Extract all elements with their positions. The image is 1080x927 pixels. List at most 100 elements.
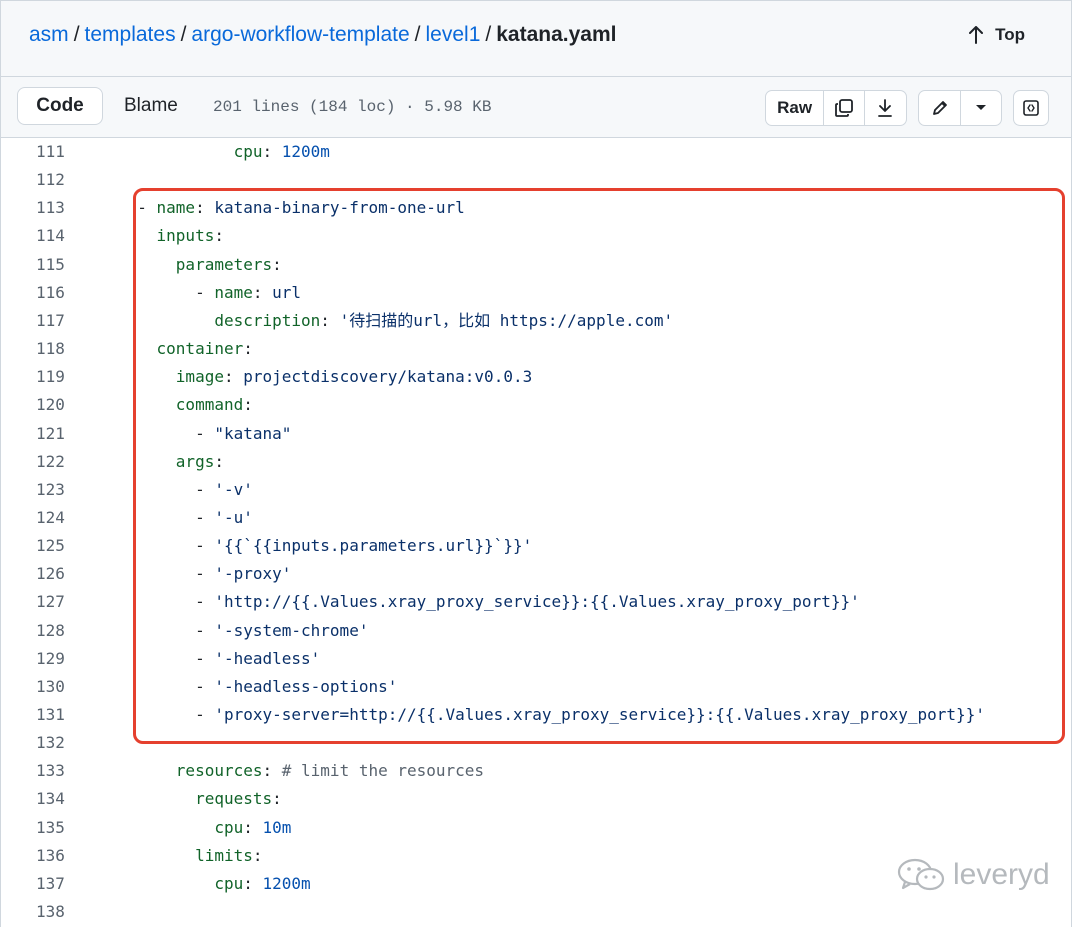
line-number[interactable]: 133 [36,757,76,785]
line-number[interactable]: 128 [36,617,76,645]
code-line: 130 - '-headless-options' [1,673,1071,701]
code-line: 111 cpu: 1200m [1,138,1071,166]
line-number[interactable]: 123 [36,476,76,504]
line-content: - '-v' [118,476,253,504]
copy-raw-button[interactable] [823,91,863,125]
line-number[interactable]: 113 [36,194,76,222]
code-token: cpu [214,817,244,837]
edit-button[interactable] [919,91,960,125]
code-token: "katana" [214,423,292,443]
breadcrumb: asm / templates / argo-workflow-template / lev… [29,23,616,47]
download-button[interactable] [863,91,906,125]
line-number[interactable]: 137 [36,870,76,898]
line-content: cpu: 10m [118,814,291,842]
code-line: 115 parameters: [1,251,1071,279]
line-number[interactable]: 130 [36,673,76,701]
code-token: '-u' [214,507,253,527]
line-number[interactable]: 129 [36,645,76,673]
file-header: asm / templates / argo-workflow-template / lev… [0,0,1072,76]
line-content: parameters: [118,251,282,279]
code-view: 111 cpu: 1200m 112 113 - name: katana-bina… [0,138,1072,927]
line-number[interactable]: 131 [36,701,76,729]
code-token: : [243,339,253,359]
line-content: description: '待扫描的url，比如 https://apple.c… [118,307,673,335]
line-number[interactable]: 132 [36,729,76,757]
code-line: 118 container: [1,335,1071,363]
tab-blame[interactable]: Blame [107,87,195,125]
code-line: 120 command: [1,391,1071,419]
line-number[interactable]: 115 [36,251,76,279]
code-token: inputs [156,226,215,246]
line-number[interactable]: 138 [36,898,76,926]
line-number[interactable]: 112 [36,166,76,194]
breadcrumb-separator: / [414,23,421,46]
code-token: : [243,873,263,893]
line-content: requests: [118,785,282,813]
code-token: - [118,536,215,556]
code-token: : [243,395,253,415]
code-line: 124 - '-u' [1,504,1071,532]
line-number[interactable]: 136 [36,842,76,870]
tab-code[interactable]: Code [17,87,103,125]
code-line: 125 - '{{`{{inputs.parameters.url}}`}}' [1,532,1071,560]
code-token: resources [175,761,263,781]
edit-group [918,90,1002,126]
line-number[interactable]: 114 [36,222,76,250]
code-token: '-headless' [214,648,321,668]
code-line: 138 [1,898,1071,926]
code-token: name [156,198,196,218]
edit-dropdown-button[interactable] [960,91,1001,125]
line-number[interactable]: 118 [36,335,76,363]
breadcrumb-link-templates[interactable]: templates [85,23,176,46]
line-number[interactable]: 122 [36,448,76,476]
raw-button[interactable]: Raw [766,91,823,125]
code-token: name [214,282,253,302]
code-token: command [175,395,244,415]
code-line: 128 - '-system-chrome' [1,617,1071,645]
line-content: image: projectdiscovery/katana:v0.0.3 [118,363,532,391]
symbols-panel-button[interactable] [1014,91,1048,125]
breadcrumb-separator: / [485,23,492,46]
code-token: limits [195,845,253,865]
line-content: container: [118,335,253,363]
top-button[interactable]: Top [969,25,1025,45]
line-number[interactable]: 135 [36,814,76,842]
code-token: - [118,620,215,640]
code-token: : [262,761,282,781]
line-number[interactable]: 116 [36,279,76,307]
line-number[interactable]: 134 [36,785,76,813]
line-number[interactable]: 120 [36,391,76,419]
line-number[interactable]: 117 [36,307,76,335]
line-content: - '{{`{{inputs.parameters.url}}`}}' [118,532,532,560]
breadcrumb-link-level1[interactable]: level1 [426,23,481,46]
code-token: - [118,198,157,218]
line-number[interactable]: 111 [36,138,76,166]
breadcrumb-link-asm[interactable]: asm [29,23,69,46]
line-number[interactable]: 121 [36,420,76,448]
line-content: cpu: 1200m [118,870,310,898]
chevron-down-icon [976,105,987,110]
code-line: 113 - name: katana-binary-from-one-url [1,194,1071,222]
code-line: 121 - "katana" [1,420,1071,448]
view-switcher: Code Blame [17,87,195,127]
breadcrumb-separator: / [180,23,187,46]
line-number[interactable]: 125 [36,532,76,560]
line-number[interactable]: 124 [36,504,76,532]
line-number[interactable]: 126 [36,560,76,588]
code-token: : [320,310,340,330]
code-line: 112 [1,166,1071,194]
line-number[interactable]: 119 [36,363,76,391]
breadcrumb-link-argo-workflow-template[interactable]: argo-workflow-template [191,23,409,46]
code-token: - [118,423,215,443]
code-token: - [118,479,215,499]
line-number[interactable]: 127 [36,588,76,616]
watermark: leveryd [897,858,1050,892]
code-token: '{{`{{inputs.parameters.url}}`}}' [214,536,533,556]
